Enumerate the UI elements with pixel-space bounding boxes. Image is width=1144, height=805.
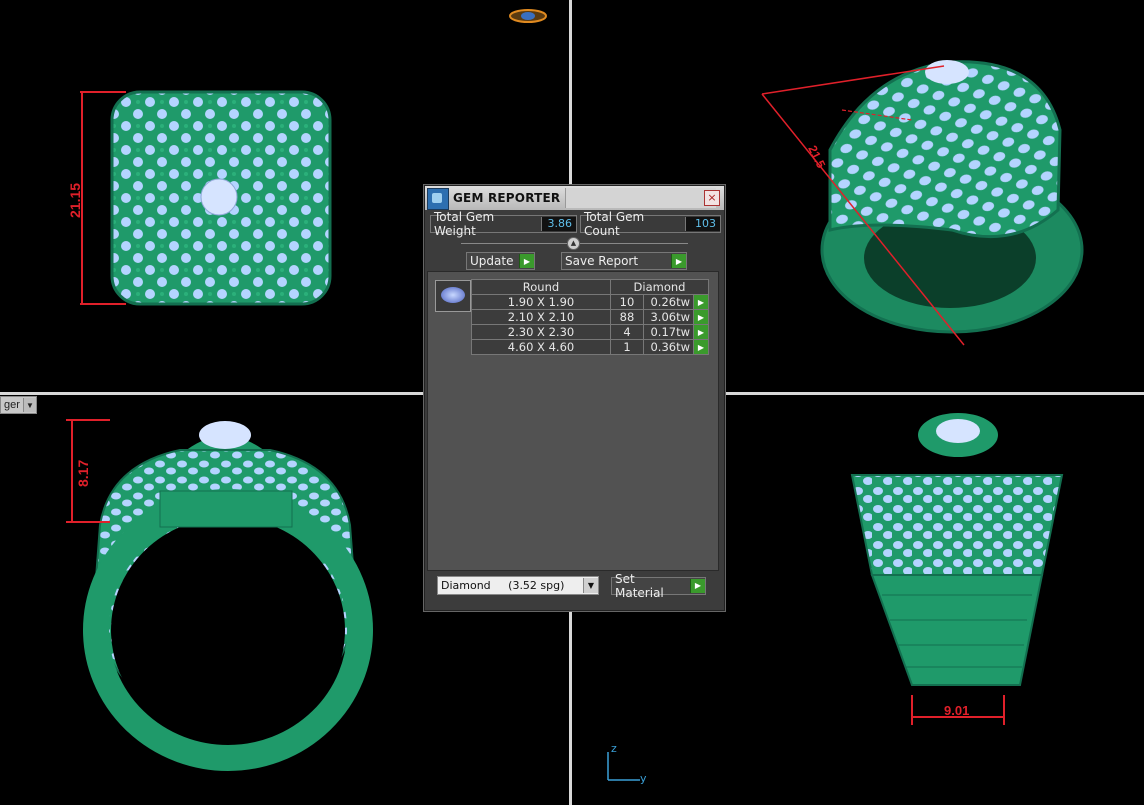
gem-size: 2.10 X 2.10 — [471, 309, 611, 325]
play-arrow-icon[interactable]: ▶ — [693, 294, 709, 310]
gem-list-area[interactable]: Round Diamond 1.90 X 1.90 10 0.26tw ▶ 2.… — [427, 271, 719, 571]
gem-size: 4.60 X 4.60 — [471, 339, 611, 355]
table-row[interactable]: 2.30 X 2.30 4 0.17tw ▶ — [471, 324, 709, 340]
gem-weight: 3.06tw — [643, 309, 694, 325]
table-row[interactable]: 1.90 X 1.90 10 0.26tw ▶ — [471, 294, 709, 310]
save-report-button[interactable]: Save Report ▶ — [561, 252, 687, 270]
dimension-label-width: 9.01 — [944, 703, 969, 718]
table-row[interactable]: 2.10 X 2.10 88 3.06tw ▶ — [471, 309, 709, 325]
gem-weight: 0.17tw — [643, 324, 694, 340]
set-material-button[interactable]: Set Material ▶ — [611, 572, 706, 600]
gem-size: 1.90 X 1.90 — [471, 294, 611, 310]
material-header: Diamond — [610, 279, 709, 295]
total-gem-count: Total Gem Count 103 — [580, 210, 721, 238]
play-arrow-icon[interactable]: ▶ — [693, 339, 709, 355]
action-buttons-row: Update ▶ Save Report ▶ — [466, 252, 724, 270]
play-arrow-icon[interactable]: ▶ — [690, 578, 705, 593]
gem-weight: 0.36tw — [643, 339, 694, 355]
material-select[interactable]: Diamond (3.52 spg) ▼ — [437, 576, 599, 595]
total-gem-weight-label: Total Gem Weight — [434, 210, 495, 238]
play-arrow-icon[interactable]: ▶ — [671, 254, 686, 268]
total-gem-count-value: 103 — [685, 217, 720, 231]
titlebar-tab-area — [565, 188, 716, 208]
view-cube-icon[interactable] — [508, 6, 548, 26]
gem-size: 2.30 X 2.30 — [471, 324, 611, 340]
close-icon[interactable]: × — [704, 190, 720, 206]
dimension-label-perspective: 21.5 — [805, 143, 828, 170]
material-select-value: Diamond (3.52 spg) — [441, 579, 565, 592]
play-arrow-icon[interactable]: ▶ — [693, 324, 709, 340]
total-gem-weight-value: 3.86 — [541, 217, 577, 231]
gem-count: 10 — [610, 294, 644, 310]
shape-header: Round — [471, 279, 611, 295]
gem-count: 4 — [610, 324, 644, 340]
panel-separator: ▲ — [425, 237, 724, 250]
gem-count: 1 — [610, 339, 644, 355]
update-button-label: Update — [470, 254, 514, 268]
chevron-down-icon[interactable]: ▼ — [583, 578, 598, 593]
total-gem-count-label: Total Gem Count — [584, 210, 645, 238]
play-arrow-icon[interactable]: ▶ — [519, 254, 534, 268]
play-arrow-icon[interactable]: ▶ — [693, 309, 709, 325]
gem-table: Round Diamond 1.90 X 1.90 10 0.26tw ▶ 2.… — [471, 279, 709, 355]
dimension-label-top-height: 8.17 — [75, 460, 91, 487]
set-material-button-label: Set Material — [615, 571, 664, 600]
round-diamond-icon[interactable] — [435, 280, 471, 312]
dimension-label-height: 21.15 — [67, 183, 83, 218]
axis-y-label: y — [640, 772, 647, 785]
gem-reporter-app-icon — [427, 188, 449, 210]
total-gem-weight: Total Gem Weight 3.86 — [430, 210, 578, 238]
table-row[interactable]: 4.60 X 4.60 1 0.36tw ▶ — [471, 339, 709, 355]
gem-reporter-titlebar[interactable]: GEM REPORTER × — [425, 186, 724, 210]
viewport-menu[interactable]: ger ▼ — [0, 396, 37, 414]
save-report-button-label: Save Report — [565, 254, 639, 268]
material-row: Diamond (3.52 spg) ▼ Set Material ▶ — [437, 572, 706, 600]
gem-count: 88 — [610, 309, 644, 325]
update-button[interactable]: Update ▶ — [466, 252, 535, 270]
axis-indicator-icon — [607, 752, 640, 781]
gem-reporter-panel: GEM REPORTER × Total Gem Weight 3.86 Tot… — [424, 185, 725, 611]
collapse-toggle-icon[interactable]: ▲ — [567, 237, 580, 250]
gem-weight: 0.26tw — [643, 294, 694, 310]
chevron-down-icon[interactable]: ▼ — [22, 398, 36, 412]
viewport-menu-label: ger — [4, 399, 20, 411]
gem-reporter-title: GEM REPORTER — [453, 191, 561, 205]
totals-row: Total Gem Weight 3.86 Total Gem Count 10… — [430, 210, 724, 238]
axis-z-label: z — [611, 742, 617, 755]
